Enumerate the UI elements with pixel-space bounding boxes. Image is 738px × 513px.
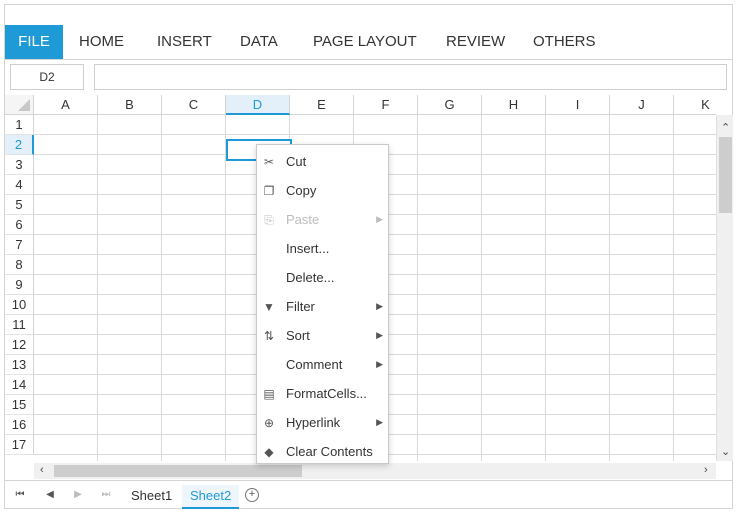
column-header-k[interactable]: K [674, 95, 716, 115]
menu-item-label: Copy [286, 183, 317, 198]
menu-item-label: Hyperlink [286, 415, 341, 430]
scissors-icon: ✂ [263, 155, 275, 169]
menu-item-clear-contents[interactable]: ◆ Clear Contents [257, 437, 388, 466]
row-header-6[interactable]: 6 [5, 215, 34, 235]
menu-item-label: Sort [286, 328, 310, 343]
row-header-11[interactable]: 11 [5, 315, 34, 335]
menu-item-formatcells[interactable]: ▤ FormatCells... [257, 379, 388, 408]
column-header-i[interactable]: I [546, 95, 610, 115]
column-header-g[interactable]: G [418, 95, 482, 115]
row-header-15[interactable]: 15 [5, 395, 34, 415]
row-header-17[interactable]: 17 [5, 435, 34, 455]
column-header-b[interactable]: B [98, 95, 162, 115]
menu-item-filter[interactable]: ▼ Filter ▶ [257, 292, 388, 321]
column-header-a[interactable]: A [34, 95, 98, 115]
row-header-2[interactable]: 2 [5, 135, 34, 155]
tab-home[interactable]: HOME [69, 25, 134, 59]
submenu-arrow-icon: ▶ [376, 214, 383, 224]
submenu-arrow-icon: ▶ [376, 417, 383, 427]
tab-file[interactable]: FILE [5, 25, 63, 59]
filter-icon: ▼ [263, 300, 275, 314]
paste-icon: ⎘ [264, 213, 274, 227]
tab-insert[interactable]: INSERT [147, 25, 222, 59]
menu-item-label: Delete... [286, 270, 335, 285]
tab-review[interactable]: REVIEW [436, 25, 515, 59]
menu-item-label: Comment [286, 357, 343, 372]
vertical-scroll-thumb[interactable] [719, 137, 732, 213]
row-header-5[interactable]: 5 [5, 195, 34, 215]
column-header-c[interactable]: C [162, 95, 226, 115]
menu-item-label: Clear Contents [286, 444, 373, 459]
next-sheet-icon[interactable]: ▶ [69, 486, 87, 504]
hyperlink-icon: ⊕ [263, 416, 275, 430]
menu-item-label: Paste [286, 212, 320, 227]
sheet-tab-sheet1[interactable]: Sheet1 [123, 485, 180, 507]
menu-item-label: Cut [286, 154, 307, 169]
row-header-13[interactable]: 13 [5, 355, 34, 375]
menu-item-label: Filter [286, 299, 315, 314]
name-box[interactable]: D2 [10, 64, 84, 90]
add-sheet-icon[interactable]: + [245, 488, 259, 502]
menu-item-label: Insert... [286, 241, 330, 256]
eraser-icon: ◆ [264, 445, 274, 459]
row-header-3[interactable]: 3 [5, 155, 34, 175]
tab-others[interactable]: OTHERS [523, 25, 606, 59]
menu-item-comment[interactable]: Comment ▶ [257, 350, 388, 379]
copy-icon: ❐ [263, 184, 275, 198]
menu-item-sort[interactable]: ⇅ Sort ▶ [257, 321, 388, 350]
ribbon-tabs: FILE HOME INSERT DATA PAGE LAYOUT REVIEW… [5, 25, 732, 60]
row-header-8[interactable]: 8 [5, 255, 34, 275]
sheet-bar: ⏮ ◀ ▶ ⏭ Sheet1 Sheet2 + [5, 480, 732, 509]
row-header-10[interactable]: 10 [5, 295, 34, 315]
formula-input[interactable] [94, 64, 727, 90]
row-header-14[interactable]: 14 [5, 375, 34, 395]
first-sheet-icon[interactable]: ⏮ [11, 486, 29, 504]
row-header-7[interactable]: 7 [5, 235, 34, 255]
column-header-h[interactable]: H [482, 95, 546, 115]
scroll-up-icon[interactable]: ⌃ [721, 121, 730, 134]
column-header-f[interactable]: F [354, 95, 418, 115]
select-all-corner[interactable] [5, 95, 34, 115]
menu-item-insert[interactable]: Insert... [257, 234, 388, 263]
prev-sheet-icon[interactable]: ◀ [41, 486, 59, 504]
row-header-12[interactable]: 12 [5, 335, 34, 355]
tab-page-layout[interactable]: PAGE LAYOUT [303, 25, 427, 59]
menu-item-delete[interactable]: Delete... [257, 263, 388, 292]
vertical-scrollbar[interactable]: ⌃ ⌄ [716, 115, 733, 461]
column-header-j[interactable]: J [610, 95, 674, 115]
menu-item-copy[interactable]: ❐ Copy [257, 176, 388, 205]
submenu-arrow-icon: ▶ [376, 359, 383, 369]
row-header-9[interactable]: 9 [5, 275, 34, 295]
menu-item-label: FormatCells... [286, 386, 367, 401]
row-header-4[interactable]: 4 [5, 175, 34, 195]
format-cells-icon: ▤ [263, 387, 275, 401]
scroll-down-icon[interactable]: ⌄ [721, 445, 730, 458]
tab-data[interactable]: DATA [230, 25, 288, 59]
menu-item-paste[interactable]: ⎘ Paste ▶ [257, 205, 388, 234]
context-menu: ✂ Cut ❐ Copy ⎘ Paste ▶ Insert... Delete... ▼ Filte… [256, 144, 389, 464]
submenu-arrow-icon: ▶ [376, 330, 383, 340]
row-header-1[interactable]: 1 [5, 115, 34, 135]
scroll-right-icon[interactable]: › [704, 464, 708, 476]
column-header-d[interactable]: D [226, 95, 290, 115]
menu-item-cut[interactable]: ✂ Cut [257, 147, 388, 176]
horizontal-scroll-thumb[interactable] [54, 465, 302, 477]
row-header-16[interactable]: 16 [5, 415, 34, 435]
scroll-left-icon[interactable]: ‹ [40, 464, 44, 476]
last-sheet-icon[interactable]: ⏭ [97, 486, 115, 504]
sheet-tab-sheet2[interactable]: Sheet2 [182, 485, 240, 509]
column-header-e[interactable]: E [290, 95, 354, 115]
sort-icon: ⇅ [263, 329, 275, 343]
menu-item-hyperlink[interactable]: ⊕ Hyperlink ▶ [257, 408, 388, 437]
submenu-arrow-icon: ▶ [376, 301, 383, 311]
